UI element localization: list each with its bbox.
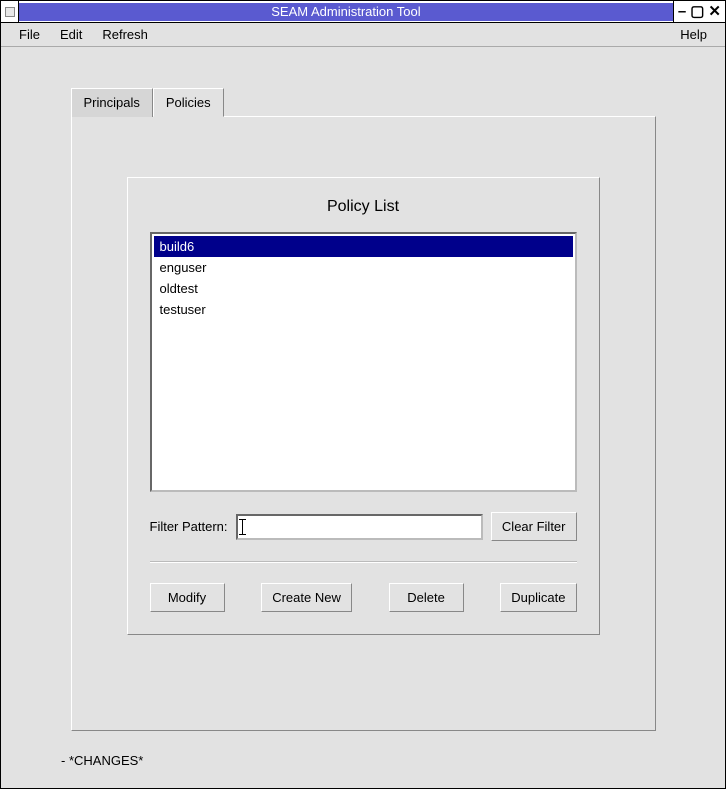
menu-edit[interactable]: Edit (50, 25, 92, 44)
panel-title: Policy List (150, 198, 577, 216)
policy-listbox[interactable]: build6enguseroldtesttestuser (150, 232, 577, 492)
policy-panel: Policy List build6enguseroldtesttestuser… (127, 177, 600, 635)
window-title: SEAM Administration Tool (19, 3, 673, 21)
tab-row: Principals Policies (71, 87, 656, 116)
duplicate-button[interactable]: Duplicate (500, 583, 576, 612)
tab-principals[interactable]: Principals (71, 88, 153, 117)
filter-input[interactable] (236, 514, 483, 540)
tab-panel: Policy List build6enguseroldtesttestuser… (71, 116, 656, 731)
menu-file[interactable]: File (9, 25, 50, 44)
menubar: File Edit Refresh Help (1, 23, 725, 47)
status-text: - *CHANGES* (61, 753, 143, 768)
divider (150, 561, 577, 563)
delete-button[interactable]: Delete (389, 583, 464, 612)
maximize-icon[interactable]: ▢ (690, 4, 704, 19)
clear-filter-button[interactable]: Clear Filter (491, 512, 577, 541)
system-menu-icon[interactable] (1, 1, 19, 22)
menu-help[interactable]: Help (670, 25, 717, 44)
titlebar: SEAM Administration Tool – ▢ ✕ (1, 1, 725, 23)
tab-policies[interactable]: Policies (153, 88, 224, 117)
list-item[interactable]: testuser (154, 299, 573, 320)
close-icon[interactable]: ✕ (708, 4, 721, 19)
modify-button[interactable]: Modify (150, 583, 225, 612)
menu-refresh[interactable]: Refresh (92, 25, 158, 44)
text-caret-icon (242, 520, 243, 534)
create-new-button[interactable]: Create New (261, 583, 352, 612)
window-controls: – ▢ ✕ (673, 1, 725, 22)
list-item[interactable]: enguser (154, 257, 573, 278)
client-area: Principals Policies Policy List build6en… (1, 47, 725, 788)
filter-label: Filter Pattern: (150, 519, 228, 534)
list-item[interactable]: oldtest (154, 278, 573, 299)
minimize-icon[interactable]: – (678, 4, 686, 19)
list-item[interactable]: build6 (154, 236, 573, 257)
